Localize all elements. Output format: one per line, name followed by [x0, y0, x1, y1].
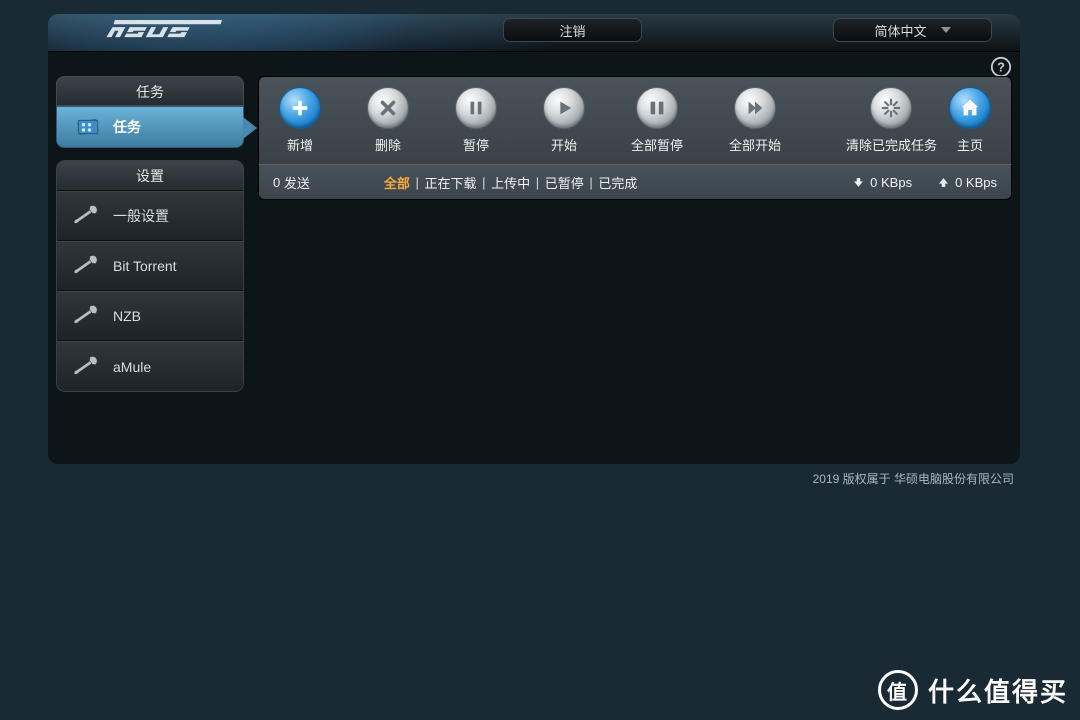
- tasks-icon: [73, 117, 103, 137]
- sidebar-item-label: 任务: [113, 117, 141, 137]
- watermark-badge: 值: [878, 670, 918, 710]
- sidebar-item-general[interactable]: 一般设置: [57, 191, 243, 241]
- clear-icon: [870, 87, 912, 129]
- wrench-icon: [65, 298, 103, 335]
- toolbar: 新增 删除 暂停 开始 全部暂停: [258, 76, 1012, 164]
- pause-all-icon: [636, 87, 678, 129]
- sidebar-item-label: 一般设置: [113, 206, 169, 226]
- add-button[interactable]: 新增: [273, 85, 327, 156]
- arrow-up-icon: [938, 177, 949, 188]
- btn-label: 清除已完成任务: [846, 135, 937, 154]
- sidebar-item-bittorrent[interactable]: Bit Torrent: [57, 241, 243, 291]
- language-label: 简体中文: [874, 21, 926, 40]
- upload-rate: 0 KBps: [938, 175, 997, 190]
- filter-all[interactable]: 全部: [384, 173, 410, 192]
- pause-all-button[interactable]: 全部暂停: [625, 85, 689, 156]
- svg-text:?: ?: [997, 60, 1005, 75]
- home-icon: [949, 87, 991, 129]
- sidebar-item-tasks[interactable]: 任务: [56, 106, 244, 148]
- plus-icon: [279, 87, 321, 129]
- top-bar: 注销 简体中文: [48, 14, 1020, 52]
- send-count: 0: [273, 175, 280, 190]
- main-panel: 新增 删除 暂停 开始 全部暂停: [258, 76, 1012, 200]
- home-button[interactable]: 主页: [943, 85, 997, 156]
- download-rate: 0 KBps: [853, 175, 912, 190]
- sidebar-item-label: NZB: [113, 308, 141, 324]
- logout-label: 注销: [559, 21, 585, 40]
- send-label: 发送: [284, 173, 310, 192]
- wrench-icon: [65, 348, 103, 385]
- chevron-down-icon: [941, 27, 951, 33]
- watermark: 值 什么值得买: [878, 670, 1068, 710]
- sidebar-item-amule[interactable]: aMule: [57, 341, 243, 391]
- btn-label: 开始: [551, 135, 577, 154]
- x-icon: [367, 87, 409, 129]
- filter-paused[interactable]: 已暂停: [545, 173, 584, 192]
- download-rate-value: 0 KBps: [870, 175, 912, 190]
- start-all-button[interactable]: 全部开始: [723, 85, 787, 156]
- clear-completed-button[interactable]: 清除已完成任务: [840, 85, 943, 156]
- pause-icon: [455, 87, 497, 129]
- upload-rate-value: 0 KBps: [955, 175, 997, 190]
- logout-button[interactable]: 注销: [503, 18, 642, 42]
- watermark-text: 什么值得买: [928, 672, 1068, 709]
- btn-label: 删除: [375, 135, 401, 154]
- play-icon: [543, 87, 585, 129]
- language-select[interactable]: 简体中文: [833, 18, 992, 42]
- filter-finished[interactable]: 已完成: [598, 173, 637, 192]
- arrow-down-icon: [853, 177, 864, 188]
- btn-label: 主页: [957, 135, 983, 154]
- remove-button[interactable]: 删除: [361, 85, 415, 156]
- filter-bar: 0 发送 全部 | 正在下载 | 上传中 | 已暂停 | 已完成 0 KBps …: [258, 164, 1012, 200]
- sidebar-item-label: aMule: [113, 359, 151, 375]
- start-button[interactable]: 开始: [537, 85, 591, 156]
- sidebar-header-settings: 设置: [57, 161, 243, 191]
- btn-label: 全部暂停: [631, 135, 683, 154]
- footer-copyright: 2019 版权属于 华硕电脑股份有限公司: [48, 470, 1020, 487]
- sidebar-item-nzb[interactable]: NZB: [57, 291, 243, 341]
- btn-label: 全部开始: [729, 135, 781, 154]
- sidebar-item-label: Bit Torrent: [113, 258, 177, 274]
- help-icon[interactable]: ?: [990, 56, 1012, 78]
- play-all-icon: [734, 87, 776, 129]
- btn-label: 暂停: [463, 135, 489, 154]
- filter-downloading[interactable]: 正在下载: [425, 173, 477, 192]
- pause-button[interactable]: 暂停: [449, 85, 503, 156]
- wrench-icon: [65, 198, 103, 235]
- asus-logo: [102, 20, 223, 40]
- sidebar: 任务 任务 设置 一般设置 Bit Torrent NZB: [56, 76, 244, 392]
- btn-label: 新增: [287, 135, 313, 154]
- sidebar-header-tasks: 任务: [56, 76, 244, 106]
- wrench-icon: [65, 248, 103, 285]
- filter-uploading[interactable]: 上传中: [491, 173, 530, 192]
